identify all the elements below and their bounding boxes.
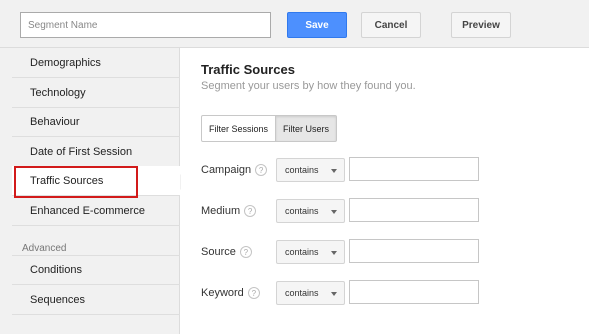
help-icon[interactable]: ?	[244, 205, 257, 217]
chevron-down-icon	[331, 292, 337, 296]
source-operator-dropdown[interactable]: contains	[276, 240, 345, 264]
source-label-group: Source ?	[201, 240, 252, 264]
page-title: Traffic Sources	[201, 62, 295, 77]
campaign-operator-value: contains	[285, 165, 319, 175]
campaign-operator-dropdown[interactable]: contains	[276, 158, 345, 182]
source-operator-value: contains	[285, 247, 319, 257]
keyword-label: Keyword	[201, 287, 244, 299]
keyword-operator-dropdown[interactable]: contains	[276, 281, 345, 305]
source-value-input[interactable]	[349, 239, 479, 263]
cancel-button[interactable]: Cancel	[361, 12, 421, 38]
page-subtitle: Segment your users by how they found you…	[201, 80, 416, 92]
chevron-down-icon	[331, 210, 337, 214]
segment-name-input[interactable]	[20, 12, 271, 38]
keyword-label-group: Keyword ?	[201, 281, 260, 305]
medium-value-input[interactable]	[349, 198, 479, 222]
filter-sessions-button[interactable]: Filter Sessions	[201, 115, 276, 142]
medium-operator-value: contains	[285, 206, 319, 216]
help-icon[interactable]: ?	[247, 287, 260, 299]
medium-label: Medium	[201, 205, 241, 217]
keyword-operator-value: contains	[285, 288, 319, 298]
sidebar-item-date-of-first-session[interactable]: Date of First Session	[12, 137, 180, 167]
medium-label-group: Medium ?	[201, 199, 257, 223]
campaign-label: Campaign	[201, 164, 252, 176]
campaign-label-group: Campaign ?	[201, 158, 268, 182]
filter-users-button[interactable]: Filter Users	[276, 115, 337, 142]
medium-operator-dropdown[interactable]: contains	[276, 199, 345, 223]
main-panel: Traffic Sources Segment your users by ho…	[181, 48, 589, 334]
sidebar-item-conditions[interactable]: Conditions	[12, 255, 180, 285]
sidebar-item-enhanced-ecommerce[interactable]: Enhanced E-commerce	[12, 196, 180, 226]
sidebar-item-traffic-sources[interactable]: Traffic Sources	[12, 166, 180, 196]
advanced-heading: Advanced	[22, 243, 67, 254]
sidebar-item-technology[interactable]: Technology	[12, 78, 180, 108]
chevron-down-icon	[331, 169, 337, 173]
help-icon[interactable]: ?	[239, 246, 252, 258]
campaign-value-input[interactable]	[349, 157, 479, 181]
help-icon[interactable]: ?	[255, 164, 268, 176]
sidebar-item-behaviour[interactable]: Behaviour	[12, 107, 180, 137]
keyword-value-input[interactable]	[349, 280, 479, 304]
source-label: Source	[201, 246, 236, 258]
top-toolbar: Save Cancel Preview	[0, 0, 589, 48]
sidebar-item-sequences[interactable]: Sequences	[12, 285, 180, 315]
sidebar-item-demographics[interactable]: Demographics	[12, 48, 180, 78]
preview-button[interactable]: Preview	[451, 12, 511, 38]
save-button[interactable]: Save	[287, 12, 347, 38]
filter-toggle-group: Filter Sessions Filter Users	[201, 115, 337, 142]
chevron-down-icon	[331, 251, 337, 255]
sidebar: Demographics Technology Behaviour Date o…	[0, 48, 180, 334]
